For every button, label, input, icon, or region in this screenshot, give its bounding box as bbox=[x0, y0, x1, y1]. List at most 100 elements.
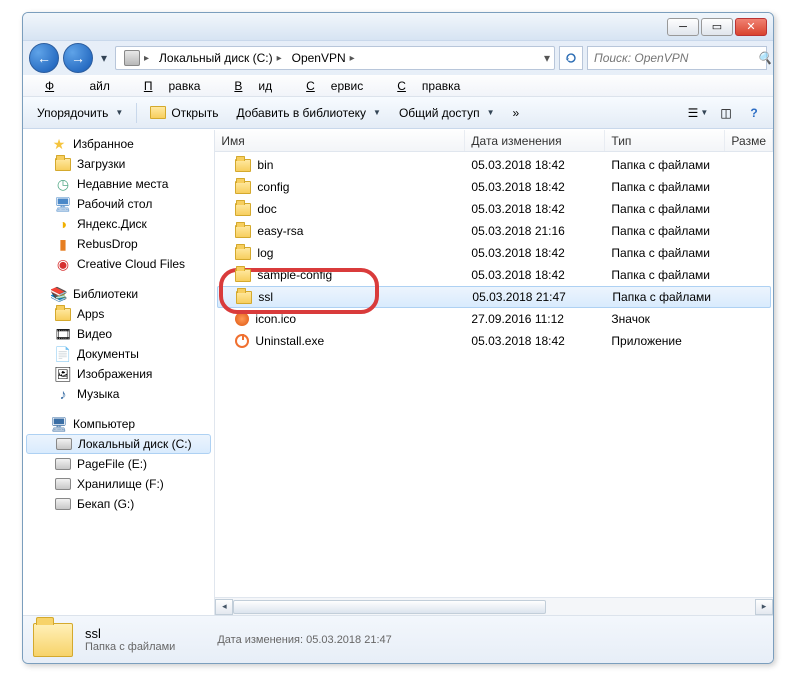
breadcrumb-folder[interactable]: OpenVPN ▸ bbox=[288, 47, 359, 69]
breadcrumb-root[interactable]: ▸ bbox=[120, 47, 153, 69]
sidebar-item-docs[interactable]: 📄 Документы bbox=[23, 344, 214, 364]
sidebar-item-recent[interactable]: ◷Недавние места bbox=[23, 174, 214, 194]
help-button[interactable]: ? bbox=[741, 102, 767, 124]
yandex-icon: ◑ bbox=[55, 216, 71, 232]
sidebar-item-yandex[interactable]: ◑ Яндекс.Диск bbox=[23, 214, 214, 234]
file-type: Значок bbox=[605, 312, 725, 326]
share-button[interactable]: Общий доступ ▼ bbox=[391, 103, 503, 123]
scroll-thumb[interactable] bbox=[233, 600, 546, 614]
preview-pane-button[interactable]: ◫ bbox=[713, 102, 739, 124]
file-date: 05.03.2018 18:42 bbox=[465, 246, 605, 260]
scroll-track[interactable] bbox=[233, 599, 755, 615]
forward-button[interactable]: → bbox=[63, 43, 93, 73]
column-date[interactable]: Дата изменения bbox=[465, 130, 605, 151]
open-button[interactable]: Открыть bbox=[142, 103, 226, 123]
details-name: ssl bbox=[85, 626, 175, 641]
details-info: ssl Папка с файлами bbox=[85, 626, 175, 653]
titlebar: ─ ▭ ✕ bbox=[23, 13, 773, 41]
folder-icon bbox=[235, 203, 251, 216]
sidebar-item-drive-f[interactable]: Хранилище (F:) bbox=[23, 474, 214, 494]
chevron-right-icon: ▸ bbox=[277, 53, 282, 64]
sidebar-item-label: Документы bbox=[77, 347, 139, 361]
column-name[interactable]: Имя bbox=[215, 130, 465, 151]
file-date: 05.03.2018 18:42 bbox=[465, 334, 605, 348]
sidebar-item-ccf[interactable]: ◉Creative Cloud Files bbox=[23, 254, 214, 274]
file-row[interactable]: bin05.03.2018 18:42Папка с файлами bbox=[215, 154, 773, 176]
sidebar-computer-header[interactable]: 🖥 Компьютер bbox=[23, 414, 214, 434]
image-icon: 🖼 bbox=[55, 366, 71, 382]
column-headers: Имя Дата изменения Тип Разме bbox=[215, 130, 773, 152]
breadcrumb-label: OpenVPN bbox=[292, 51, 346, 65]
sidebar-item-label: Яндекс.Диск bbox=[77, 217, 147, 231]
file-row[interactable]: doc05.03.2018 18:42Папка с файлами bbox=[215, 198, 773, 220]
maximize-button[interactable]: ▭ bbox=[701, 18, 733, 36]
sidebar-item-label: Хранилище (F:) bbox=[77, 477, 164, 491]
sidebar-item-drive-e[interactable]: PageFile (E:) bbox=[23, 454, 214, 474]
history-dropdown[interactable]: ▾ bbox=[97, 44, 111, 72]
menu-file[interactable]: Ф айл bbox=[29, 77, 126, 95]
file-row[interactable]: log05.03.2018 18:42Папка с файлами bbox=[215, 242, 773, 264]
horizontal-scrollbar[interactable]: ◂ ▸ bbox=[215, 597, 773, 615]
chevron-down-icon: ▼ bbox=[487, 108, 495, 117]
sidebar-item-images[interactable]: 🖼Изображения bbox=[23, 364, 214, 384]
breadcrumb-drive[interactable]: Локальный диск (C:) ▸ bbox=[155, 47, 286, 69]
column-size[interactable]: Разме bbox=[725, 130, 773, 151]
file-row[interactable]: ssl05.03.2018 21:47Папка с файлами bbox=[217, 286, 771, 308]
organize-button[interactable]: Упорядочить ▼ bbox=[29, 103, 131, 123]
view-options-button[interactable]: ☰ ▼ bbox=[685, 102, 711, 124]
sidebar-item-label: Видео bbox=[77, 327, 112, 341]
menu-tools[interactable]: Сервис bbox=[290, 77, 379, 95]
sidebar-item-drive-c[interactable]: Локальный диск (C:) bbox=[26, 434, 211, 454]
back-button[interactable]: ← bbox=[29, 43, 59, 73]
menu-help[interactable]: Справка bbox=[381, 77, 476, 95]
file-row[interactable]: icon.ico27.09.2016 11:12Значок bbox=[215, 308, 773, 330]
chevron-right-icon: ▸ bbox=[144, 53, 149, 64]
column-type[interactable]: Тип bbox=[605, 130, 725, 151]
scroll-right-button[interactable]: ▸ bbox=[755, 599, 773, 615]
file-name: bin bbox=[257, 158, 273, 172]
menu-edit[interactable]: Правка bbox=[128, 77, 217, 95]
sidebar-item-apps[interactable]: Apps bbox=[23, 304, 214, 324]
sidebar-favorites-header[interactable]: ★ Избранное bbox=[23, 134, 214, 154]
more-button[interactable]: » bbox=[504, 103, 527, 123]
sidebar-item-label: Загрузки bbox=[77, 157, 125, 171]
add-library-button[interactable]: Добавить в библиотеку ▼ bbox=[228, 103, 388, 123]
menu-view[interactable]: Вид bbox=[218, 77, 288, 95]
chevron-down-icon: ▼ bbox=[115, 108, 123, 117]
sidebar-item-label: PageFile (E:) bbox=[77, 457, 147, 471]
sidebar-item-rebus[interactable]: ▮RebusDrop bbox=[23, 234, 214, 254]
addlib-label: Добавить в библиотеку bbox=[236, 106, 366, 120]
breadcrumb-dropdown[interactable]: ▾ bbox=[544, 51, 550, 65]
breadcrumb[interactable]: ▸ Локальный диск (C:) ▸ OpenVPN ▸ ▾ bbox=[115, 46, 555, 70]
close-button[interactable]: ✕ bbox=[735, 18, 767, 36]
share-label: Общий доступ bbox=[399, 106, 480, 120]
help-icon: ? bbox=[750, 106, 757, 120]
details-meta: Дата изменения: 05.03.2018 21:47 bbox=[217, 634, 391, 646]
file-row[interactable]: config05.03.2018 18:42Папка с файлами bbox=[215, 176, 773, 198]
chevron-right-icon: » bbox=[512, 106, 519, 120]
menu-label: ид bbox=[250, 77, 280, 95]
search-box[interactable]: 🔍 bbox=[587, 46, 767, 70]
sidebar-item-drive-g[interactable]: Бекап (G:) bbox=[23, 494, 214, 514]
sidebar-libraries-header[interactable]: 📚 Библиотеки bbox=[23, 284, 214, 304]
sidebar-label: Компьютер bbox=[73, 417, 135, 431]
details-pane: ssl Папка с файлами Дата изменения: 05.0… bbox=[23, 615, 773, 663]
file-row[interactable]: Uninstall.exe05.03.2018 18:42Приложение bbox=[215, 330, 773, 352]
uninstall-icon bbox=[235, 334, 249, 348]
menu-label: айл bbox=[78, 77, 118, 95]
minimize-button[interactable]: ─ bbox=[667, 18, 699, 36]
scroll-left-button[interactable]: ◂ bbox=[215, 599, 233, 615]
file-row[interactable]: sample-config05.03.2018 18:42Папка с фай… bbox=[215, 264, 773, 286]
search-input[interactable] bbox=[592, 50, 753, 66]
sidebar-item-downloads[interactable]: Загрузки bbox=[23, 154, 214, 174]
sidebar-item-desktop[interactable]: 🖥Рабочий стол bbox=[23, 194, 214, 214]
star-icon: ★ bbox=[51, 136, 67, 152]
sidebar-item-video[interactable]: 🎞Видео bbox=[23, 324, 214, 344]
sidebar-item-music[interactable]: ♪Музыка bbox=[23, 384, 214, 404]
content-area: ★ Избранное Загрузки ◷Недавние места 🖥Ра… bbox=[23, 129, 773, 615]
file-type: Папка с файлами bbox=[605, 268, 725, 282]
file-row[interactable]: easy-rsa05.03.2018 21:16Папка с файлами bbox=[215, 220, 773, 242]
docs-icon: 📄 bbox=[55, 346, 71, 362]
refresh-button[interactable] bbox=[559, 46, 583, 70]
file-name: Uninstall.exe bbox=[255, 334, 324, 348]
